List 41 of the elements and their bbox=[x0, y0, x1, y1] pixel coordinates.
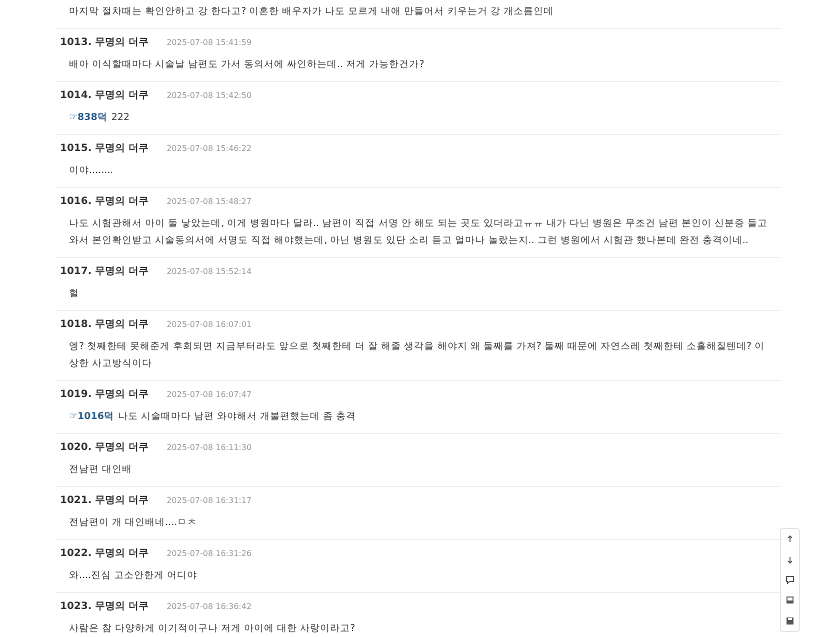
comment-time: 2025-07-08 16:11:30 bbox=[166, 443, 252, 452]
comment-text: 222 bbox=[111, 112, 130, 123]
comment-text: 헐 bbox=[69, 288, 79, 299]
comment-author: 1018. 무명의 더쿠 bbox=[60, 318, 149, 331]
save-icon[interactable] bbox=[786, 616, 794, 625]
comment-time: 2025-07-08 16:07:01 bbox=[166, 320, 252, 329]
comment-time: 2025-07-08 15:46:22 bbox=[166, 144, 252, 153]
comment-text: 이야........ bbox=[69, 165, 114, 176]
comment-time: 2025-07-08 16:31:26 bbox=[166, 549, 252, 558]
comment-time: 2025-07-08 16:31:17 bbox=[166, 496, 252, 505]
inbox-icon[interactable] bbox=[786, 596, 794, 604]
comment-text: 와....진심 고소안한게 어디야 bbox=[69, 570, 198, 581]
reply-link[interactable]: ☞1016덕 bbox=[69, 411, 114, 422]
arrow-down-icon[interactable] bbox=[786, 556, 794, 564]
comment-author: 1021. 무명의 더쿠 bbox=[60, 494, 149, 507]
comment-text: 전남편 대인배 bbox=[69, 464, 132, 475]
comment-time: 2025-07-08 15:48:27 bbox=[166, 197, 252, 206]
comment-time: 2025-07-08 15:41:59 bbox=[166, 38, 252, 47]
comment-text: 나도 시험관해서 아이 둘 낳았는데, 이게 병원마다 달라.. 남편이 직접 서명 안 해도 되는 곳도 있더라고ㅠㅠ 내가 다닌 병원은 무조건 남편 본인이 신분증 들고 와서 본인확인받고 시술동의서에 서명도 직접 해야했는데, 아닌 병원도 있단 소리 듣고 얼마나 놀랐는지.. 그런 병원에서 시험관 했나본데 완전 충격이네.. bbox=[69, 218, 768, 246]
comment-author: 1019. 무명의 더쿠 bbox=[60, 388, 149, 401]
comment-author: 1017. 무명의 더쿠 bbox=[60, 265, 149, 278]
comment-author: 1015. 무명의 더쿠 bbox=[60, 142, 149, 155]
comment-author: 1023. 무명의 더쿠 bbox=[60, 600, 149, 613]
comment-text: 마지막 절차때는 확인안하고 강 한다고? 이혼한 배우자가 나도 모르게 내애 만들어서 키우는거 강 개소름인데 bbox=[69, 6, 554, 17]
comment-text: 엥? 첫째한테 못해준게 후회되면 지금부터라도 앞으로 첫째한테 더 잘 해줄 생각을 해야지 왜 둘째를 가져? 둘째 때문에 자연스레 첫째한테 소홀해질텐데? 이상한 사고방식이다 bbox=[69, 341, 765, 369]
reply-link[interactable]: ☞838덕 bbox=[69, 112, 108, 123]
comment-text: 나도 시술때마다 남편 와야해서 개불편했는데 좀 충격 bbox=[118, 411, 356, 422]
comment-time: 2025-07-08 15:42:50 bbox=[166, 91, 252, 100]
arrow-up-icon[interactable] bbox=[786, 535, 794, 544]
comment-text: 전남편이 개 대인배네....ㅁㅊ bbox=[69, 517, 198, 528]
comment-time: 2025-07-08 15:52:14 bbox=[166, 267, 252, 276]
comment-icon[interactable] bbox=[786, 576, 794, 584]
comment-text: 배아 이식할때마다 시술날 남편도 가서 동의서에 싸인하는데.. 저게 가능한건가? bbox=[69, 59, 424, 70]
comment-author: 1022. 무명의 더쿠 bbox=[60, 547, 149, 560]
comment-text: 사람은 참 다양하게 이기적이구나 저게 아이에 대한 사랑이라고? bbox=[69, 623, 356, 634]
comment-author: 1014. 무명의 더쿠 bbox=[60, 89, 149, 102]
comment-author: 1016. 무명의 더쿠 bbox=[60, 195, 149, 208]
comment-time: 2025-07-08 16:36:42 bbox=[166, 602, 252, 611]
comment-time: 2025-07-08 16:07:47 bbox=[166, 390, 252, 399]
comment-author: 1013. 무명의 더쿠 bbox=[60, 36, 149, 49]
comment-author: 1020. 무명의 더쿠 bbox=[60, 441, 149, 454]
